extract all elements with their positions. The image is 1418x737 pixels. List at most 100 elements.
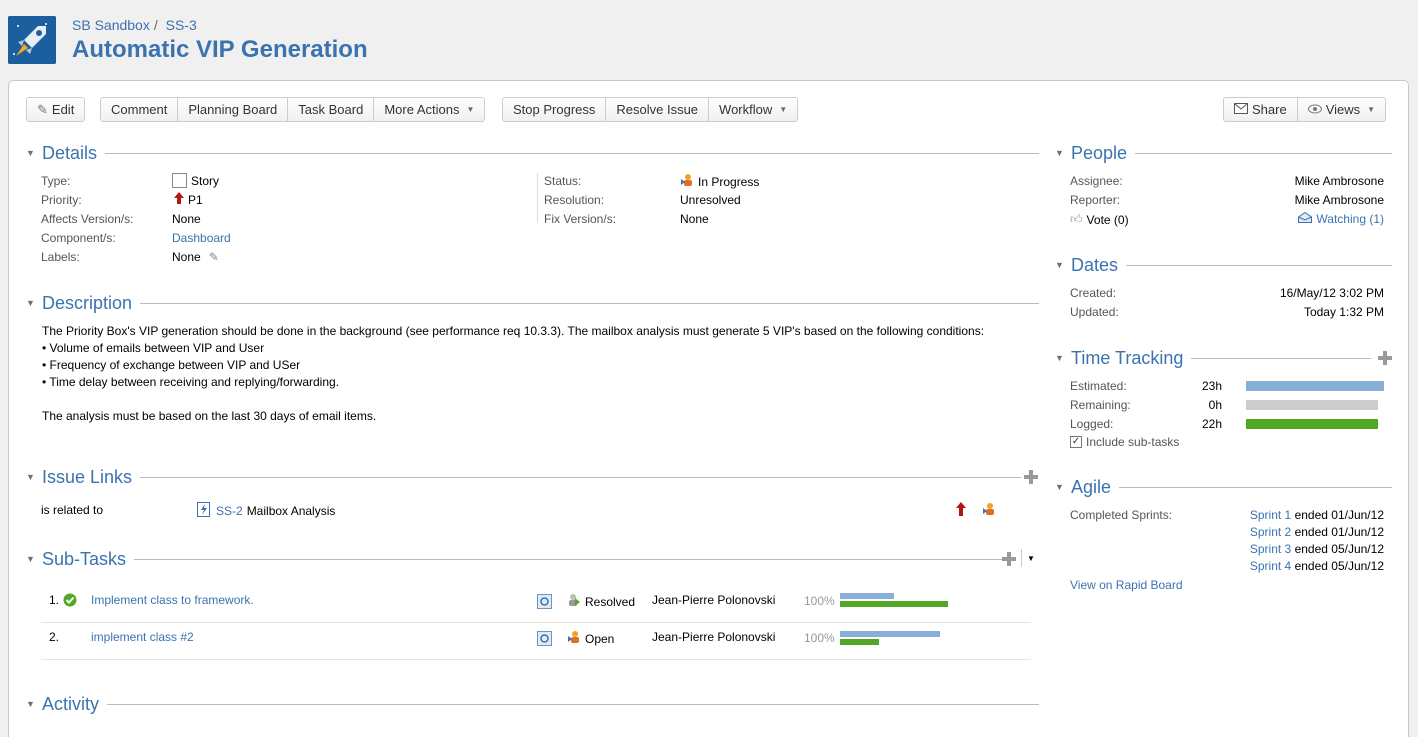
logged-bar — [1246, 419, 1378, 429]
include-subtasks-option[interactable]: ✓ Include sub-tasks — [1070, 435, 1179, 449]
edit-button[interactable]: ✎ Edit — [26, 97, 86, 122]
section-divider — [140, 302, 1039, 304]
description-section-header[interactable]: ▼ Description — [26, 292, 1039, 314]
watching-link[interactable]: Watching (1) — [1316, 212, 1384, 226]
sprint-link[interactable]: Sprint 2 — [1250, 525, 1291, 539]
sprint-item: Sprint 2 ended 01/Jun/12 — [1250, 525, 1384, 539]
views-label: Views — [1325, 102, 1361, 117]
sprint-ended-text: ended 01/Jun/12 — [1294, 508, 1384, 522]
project-avatar-rocket-icon[interactable] — [8, 16, 56, 64]
subtask-logged-bar — [840, 601, 948, 607]
description-body: The Priority Box's VIP generation should… — [42, 323, 1032, 425]
task-board-button[interactable]: Task Board — [288, 97, 375, 122]
resolved-check-icon — [63, 593, 77, 610]
completed-sprints-label: Completed Sprints: — [1070, 508, 1173, 522]
breadcrumb-separator: / — [153, 17, 158, 33]
collapse-triangle-icon: ▼ — [1055, 482, 1064, 492]
status-value-text: In Progress — [698, 174, 760, 189]
collapse-triangle-icon: ▼ — [1055, 353, 1064, 363]
subtasks-section-header[interactable]: ▼ Sub-Tasks — [26, 548, 1004, 570]
priority-label: Priority: — [41, 193, 82, 207]
resolve-issue-button[interactable]: Resolve Issue — [606, 97, 710, 122]
estimated-bar — [1246, 381, 1384, 391]
assignee-value: Mike Ambrosone — [1294, 174, 1384, 188]
collapse-triangle-icon: ▼ — [26, 472, 35, 482]
include-subtasks-label: Include sub-tasks — [1086, 435, 1180, 449]
details-section-header[interactable]: ▼ Details — [26, 142, 1039, 164]
subtask-status-text: Open — [585, 631, 615, 646]
views-button[interactable]: Views ▼ — [1297, 97, 1387, 122]
issue-links-section-header[interactable]: ▼ Issue Links — [26, 466, 1021, 488]
agile-heading: Agile — [1071, 476, 1112, 497]
collapse-triangle-icon: ▼ — [26, 298, 35, 308]
view-on-rapid-board-link[interactable]: View on Rapid Board — [1070, 578, 1183, 592]
priority-value-text: P1 — [188, 192, 203, 207]
vote-control[interactable]: 👍︎ Vote (0) — [1070, 212, 1129, 227]
agile-section-header[interactable]: ▼ Agile — [1055, 476, 1392, 498]
linked-issue-key-link[interactable]: SS-2 — [216, 504, 243, 518]
time-tracking-section-header[interactable]: ▼ Time Tracking — [1055, 347, 1371, 369]
section-divider — [140, 476, 1021, 478]
sprint-link[interactable]: Sprint 1 — [1250, 508, 1291, 522]
sprint-item: Sprint 4 ended 05/Jun/12 — [1250, 559, 1384, 573]
workflow-button[interactable]: Workflow ▼ — [709, 97, 799, 122]
subtask-estimate-bar — [840, 631, 940, 637]
in-progress-status-icon — [680, 173, 694, 190]
log-work-plus-icon[interactable] — [1378, 351, 1392, 365]
collapse-triangle-icon: ▼ — [26, 148, 35, 158]
status-label: Status: — [544, 174, 582, 188]
subtask-number: 2. — [49, 630, 60, 644]
planning-board-button[interactable]: Planning Board — [178, 97, 289, 122]
assignee-label: Assignee: — [1070, 174, 1123, 188]
component-link[interactable]: Dashboard — [172, 231, 231, 245]
subtask-summary-link[interactable]: implement class #2 — [91, 630, 194, 644]
description-paragraph: The Priority Box's VIP generation should… — [42, 324, 985, 338]
issue-links-heading: Issue Links — [42, 466, 133, 487]
sprint-ended-text: ended 05/Jun/12 — [1294, 559, 1384, 573]
workflow-toolbar-group: Stop Progress Resolve Issue Workflow ▼ — [502, 97, 799, 122]
add-subtask-plus-icon[interactable] — [1002, 552, 1016, 566]
updated-value: Today 1:32 PM — [1303, 305, 1384, 319]
fix-version-label: Fix Version/s: — [544, 212, 617, 226]
breadcrumb-issue-link[interactable]: SS-3 — [166, 17, 197, 33]
sprint-ended-text: ended 01/Jun/12 — [1294, 525, 1384, 539]
resolution-value: Unresolved — [680, 193, 741, 207]
subtask-summary-link[interactable]: Implement class to framework. — [91, 593, 254, 607]
breadcrumb: SB Sandbox / SS-3 — [72, 17, 197, 33]
edit-labels-pencil-icon[interactable]: ✎ — [209, 250, 219, 264]
row-separator — [41, 659, 1031, 660]
created-label: Created: — [1070, 286, 1117, 300]
more-actions-label: More Actions — [384, 102, 460, 117]
subtasks-heading: Sub-Tasks — [42, 548, 127, 569]
dates-section-header[interactable]: ▼ Dates — [1055, 254, 1392, 276]
more-actions-button[interactable]: More Actions ▼ — [374, 97, 486, 122]
breadcrumb-project-link[interactable]: SB Sandbox — [72, 17, 150, 33]
labels-label: Labels: — [41, 250, 80, 264]
description-bullet: • Time delay between receiving and reply… — [42, 375, 340, 389]
page-title[interactable]: Automatic VIP Generation — [72, 36, 368, 64]
sprint-link[interactable]: Sprint 4 — [1250, 559, 1291, 573]
activity-section-header[interactable]: ▼ Activity — [26, 693, 1039, 715]
affects-version-label: Affects Version/s: — [41, 212, 134, 226]
edit-toolbar-group: ✎ Edit — [26, 97, 86, 122]
watching-control[interactable]: Watching (1) — [1298, 211, 1384, 226]
created-value: 16/May/12 3:02 PM — [1279, 286, 1384, 300]
share-button[interactable]: Share — [1223, 97, 1298, 122]
component-label: Component/s: — [41, 231, 116, 245]
subtask-type-icon — [537, 594, 552, 612]
description-bullet: • Volume of emails between VIP and User — [42, 341, 265, 355]
sprint-link[interactable]: Sprint 3 — [1250, 542, 1291, 556]
chevron-down-icon[interactable]: ▼ — [1027, 554, 1035, 563]
section-divider — [1191, 357, 1371, 359]
comment-button[interactable]: Comment — [100, 97, 179, 122]
subtask-assignee: Jean-Pierre Polonovski — [652, 630, 776, 644]
subtask-status: Open — [567, 630, 614, 647]
eye-icon — [1307, 98, 1322, 121]
time-tracking-heading: Time Tracking — [1071, 347, 1184, 368]
story-icon — [172, 173, 187, 188]
add-link-plus-icon[interactable] — [1024, 470, 1038, 484]
include-subtasks-checkbox[interactable]: ✓ — [1070, 436, 1082, 448]
people-section-header[interactable]: ▼ People — [1055, 142, 1392, 164]
stop-progress-button[interactable]: Stop Progress — [502, 97, 607, 122]
section-divider — [1126, 264, 1392, 266]
